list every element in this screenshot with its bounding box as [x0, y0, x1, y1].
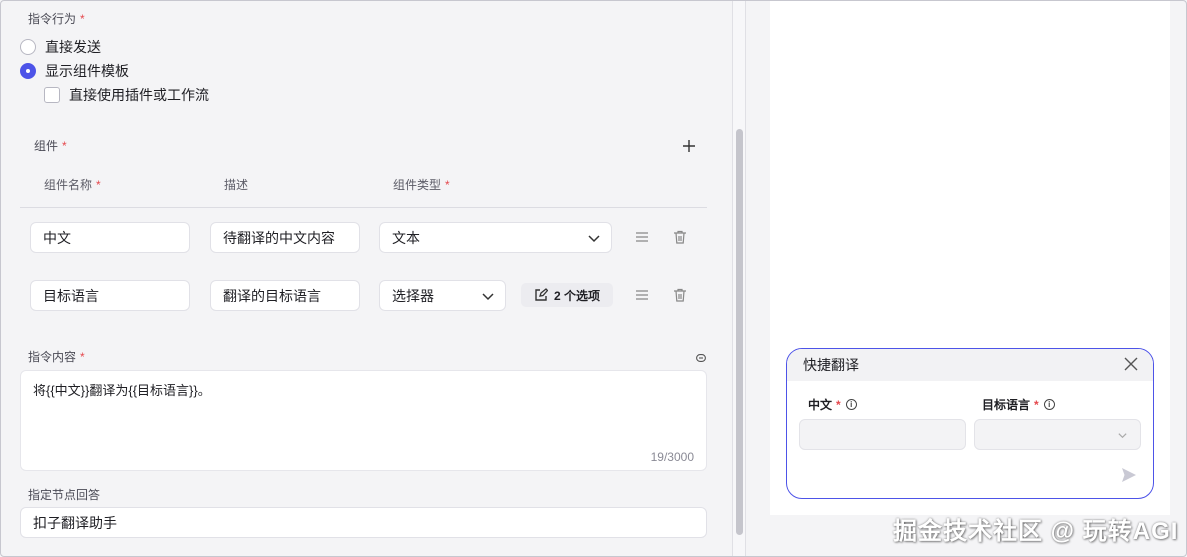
- edit-options-label: 2 个选项: [553, 288, 600, 303]
- drag-handle-icon[interactable]: [634, 287, 650, 303]
- watermark-text: 掘金技术社区 @ 玩转AGI: [893, 518, 1179, 545]
- radio-show-template-label: 显示组件模板: [45, 63, 129, 79]
- edit-options-button[interactable]: 2 个选项: [521, 283, 613, 307]
- component-type-value: 选择器: [392, 287, 434, 304]
- components-label-text: 组件: [34, 139, 59, 153]
- required-mark: *: [836, 397, 841, 412]
- app-frame: 指令行为 * 直接发送 显示组件模板 直接使用插件或工作流 组件 * 组件名称 * 描…: [0, 0, 1187, 557]
- char-counter: 19/3000: [650, 450, 694, 464]
- card-field-label-text: 目标语言: [982, 398, 1031, 412]
- scrollbar-thumb[interactable]: [736, 129, 743, 535]
- column-header-type: 组件类型 *: [393, 176, 450, 193]
- required-mark: *: [80, 350, 85, 364]
- checkbox-box[interactable]: [44, 87, 60, 103]
- required-mark: *: [1034, 397, 1039, 412]
- reply-node-input[interactable]: 扣子翻译助手: [20, 507, 707, 538]
- instruction-behavior-label: 指令行为 *: [28, 10, 85, 27]
- column-header-name: 组件名称 *: [44, 176, 101, 193]
- column-header-desc: 描述: [224, 178, 249, 192]
- instruction-content-textarea[interactable]: 将{{中文}}翻译为{{目标语言}}。 19/3000: [20, 370, 707, 471]
- component-name-input[interactable]: 目标语言: [30, 280, 190, 311]
- chevron-down-icon: [588, 235, 600, 243]
- instruction-content-value: 将{{中文}}翻译为{{目标语言}}。: [33, 383, 211, 398]
- plus-icon: [683, 140, 695, 152]
- radio-circle[interactable]: [20, 39, 36, 55]
- card-title: 快捷翻译: [803, 357, 859, 373]
- card-header: 快捷翻译: [787, 349, 1153, 381]
- required-mark: *: [96, 178, 101, 192]
- card-chinese-input[interactable]: [799, 419, 966, 450]
- card-language-select[interactable]: [974, 419, 1141, 450]
- info-icon[interactable]: i: [1043, 399, 1055, 410]
- send-icon[interactable]: [1121, 467, 1137, 483]
- instruction-content-label-text: 指令内容: [28, 350, 77, 364]
- checkbox-use-plugin-label: 直接使用插件或工作流: [69, 87, 209, 103]
- delete-icon[interactable]: [672, 287, 688, 303]
- column-header-name-text: 组件名称: [44, 178, 93, 192]
- card-field-label: 中文 * i: [808, 396, 857, 413]
- components-label: 组件 *: [34, 137, 67, 154]
- radio-direct-send[interactable]: 直接发送: [20, 37, 101, 57]
- column-header-type-text: 组件类型: [393, 178, 442, 192]
- component-name-input[interactable]: 中文: [30, 222, 190, 253]
- reply-node-label: 指定节点回答: [28, 488, 101, 502]
- add-component-button[interactable]: [679, 138, 699, 158]
- radio-circle-checked[interactable]: [20, 63, 36, 79]
- info-icon[interactable]: i: [845, 399, 857, 410]
- header-divider: [20, 207, 707, 208]
- component-type-select[interactable]: 文本: [379, 222, 612, 253]
- component-desc-input[interactable]: 翻译的目标语言: [210, 280, 360, 311]
- checkbox-use-plugin[interactable]: 直接使用插件或工作流: [44, 85, 209, 105]
- radio-direct-send-label: 直接发送: [45, 39, 101, 55]
- quick-translate-card: 快捷翻译 中文 * i 目标语言 * i: [786, 348, 1154, 499]
- link-icon[interactable]: [696, 354, 706, 362]
- drag-handle-icon[interactable]: [634, 229, 650, 245]
- component-type-select[interactable]: 选择器: [379, 280, 506, 311]
- required-mark: *: [62, 139, 67, 153]
- edit-icon: [535, 288, 548, 301]
- card-field-label: 目标语言 * i: [982, 396, 1055, 413]
- required-mark: *: [445, 178, 450, 192]
- instruction-content-label: 指令内容 *: [28, 348, 85, 365]
- chevron-down-icon: [482, 293, 494, 301]
- radio-show-template[interactable]: 显示组件模板: [20, 61, 129, 81]
- component-desc-input[interactable]: 待翻译的中文内容: [210, 222, 360, 253]
- card-field-label-text: 中文: [808, 398, 833, 412]
- required-mark: *: [80, 12, 85, 26]
- instruction-behavior-label-text: 指令行为: [28, 12, 77, 26]
- chevron-down-icon: [1118, 433, 1127, 439]
- delete-icon[interactable]: [672, 229, 688, 245]
- component-type-value: 文本: [392, 229, 420, 246]
- close-icon[interactable]: [1124, 357, 1138, 371]
